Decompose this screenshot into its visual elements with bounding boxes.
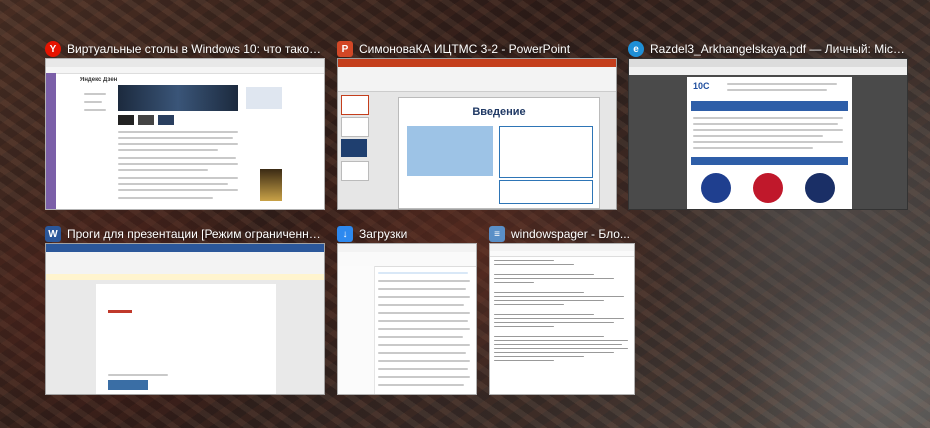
window-tile-powerpoint[interactable]: P СимоноваКА ИЦТМС 3-2 - PowerPoint Введ… xyxy=(337,38,617,210)
window-tile-file-explorer[interactable]: ↓ Загрузки xyxy=(337,223,477,395)
window-title: Загрузки xyxy=(359,227,408,241)
site-label: Яндекс Дзен xyxy=(80,77,118,83)
yandex-browser-icon: Y xyxy=(45,41,61,57)
powerpoint-icon: P xyxy=(337,41,353,57)
window-tile-notepad[interactable]: ≡ windowspager - Бло... xyxy=(489,223,635,395)
window-title: windowspager - Бло... xyxy=(511,227,630,241)
window-thumbnail: Яндекс Дзен xyxy=(45,58,325,210)
window-title-bar: ≡ windowspager - Бло... xyxy=(489,223,635,245)
window-thumbnail: Введение xyxy=(337,58,617,210)
window-title: Виртуальные столы в Windows 10: что тако… xyxy=(67,42,325,56)
window-thumbnail xyxy=(45,243,325,395)
window-title-bar: Y Виртуальные столы в Windows 10: что та… xyxy=(45,38,325,60)
window-thumbnail: 10C 10C xyxy=(628,58,908,210)
window-title-bar: e Razdel3_Arkhangelskaya.pdf — Личный: M… xyxy=(628,38,908,60)
window-tile-edge-pdf[interactable]: e Razdel3_Arkhangelskaya.pdf — Личный: M… xyxy=(628,38,908,210)
window-title-bar: W Проги для презентации [Режим ограничен… xyxy=(45,223,325,245)
downloads-folder-icon: ↓ xyxy=(337,226,353,242)
task-view-grid: Y Виртуальные столы в Windows 10: что та… xyxy=(0,0,930,428)
window-title: СимоноваКА ИЦТМС 3-2 - PowerPoint xyxy=(359,42,571,56)
window-title-bar: ↓ Загрузки xyxy=(337,223,477,245)
window-title: Проги для презентации [Режим ограниченно… xyxy=(67,227,325,241)
window-tile-word[interactable]: W Проги для презентации [Режим ограничен… xyxy=(45,223,325,395)
notepad-icon: ≡ xyxy=(489,226,505,242)
pdf-logo: 10C xyxy=(693,81,710,91)
edge-icon: e xyxy=(628,41,644,57)
window-thumbnail xyxy=(337,243,477,395)
window-tile-browser[interactable]: Y Виртуальные столы в Windows 10: что та… xyxy=(45,38,325,210)
slide-title: Введение xyxy=(472,106,526,118)
window-title: Razdel3_Arkhangelskaya.pdf — Личный: Mic… xyxy=(650,42,908,56)
word-icon: W xyxy=(45,226,61,242)
window-thumbnail xyxy=(489,243,635,395)
window-title-bar: P СимоноваКА ИЦТМС 3-2 - PowerPoint xyxy=(337,38,617,60)
